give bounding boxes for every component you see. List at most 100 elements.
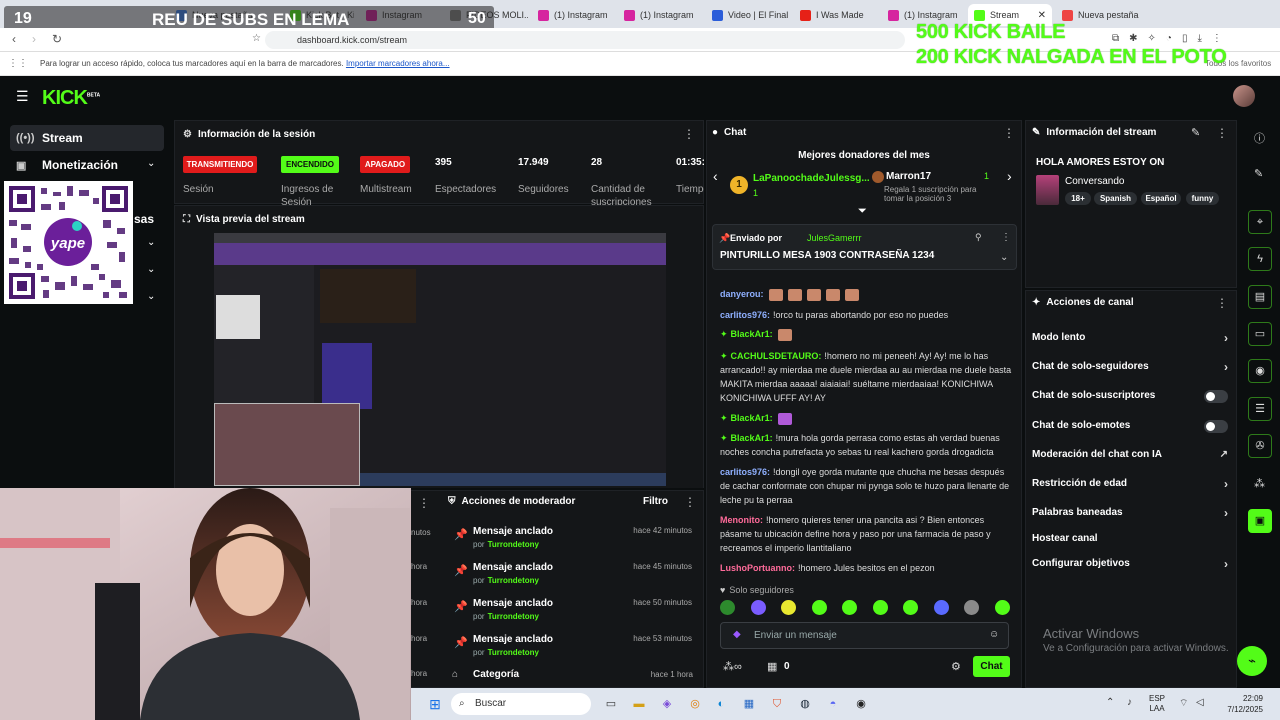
kebab-menu-icon[interactable]: ⋮ [418, 496, 430, 510]
mod-action-item[interactable]: 📌 Mensaje anclado por Turrondetony hace 42 m… [450, 522, 700, 558]
chevron-right-icon[interactable]: › [1007, 168, 1012, 184]
emote-button[interactable] [903, 600, 919, 615]
channel-action-6[interactable]: Palabras baneadas › [1032, 504, 1228, 522]
channel-action-3[interactable]: Chat de solo-emotes [1032, 417, 1228, 435]
pencil-icon[interactable]: ✎ [1254, 167, 1263, 180]
bookmark-star-icon[interactable]: ☆ [252, 33, 261, 44]
toggle-switch[interactable] [1204, 420, 1228, 433]
emoji-icon[interactable]: ☺ [989, 629, 999, 640]
chat-username[interactable]: BlackAr1: [731, 329, 773, 339]
mod-action-item[interactable]: 📌 Mensaje anclado por Turrondetony hace 53 m… [450, 630, 700, 666]
chevron-down-icon[interactable]: ⌄ [147, 264, 155, 275]
donor1-name[interactable]: LaPanoochadeJulessg... [753, 173, 870, 184]
filter-button[interactable]: Filtro [643, 496, 668, 507]
stream-tag[interactable]: Español [1141, 192, 1181, 205]
browser-tab[interactable]: Nueva pestaña [1056, 4, 1142, 26]
obs-icon[interactable]: ◉ [851, 694, 871, 714]
emote-button[interactable] [872, 600, 888, 615]
windows-start-icon[interactable]: ⊞ [425, 694, 445, 714]
avatar[interactable] [1233, 85, 1255, 107]
chat-username[interactable]: carlitos976: [720, 467, 770, 477]
sidebar-icon[interactable]: ▯ [1182, 33, 1188, 47]
chat-username[interactable]: CACHULSDETAURO: [731, 351, 822, 361]
mod-category-item[interactable]: ⌂ Categoría hace 1 hora [452, 669, 700, 685]
chat-username[interactable]: LushoPortuanno: [720, 563, 795, 573]
clock[interactable]: 22:09 7/12/2025 [1223, 693, 1263, 715]
chat-input-box[interactable]: ◆ Enviar un mensaje ☺ [720, 622, 1009, 649]
emote-button[interactable] [781, 600, 797, 615]
taskbar-search[interactable]: ⌕ Buscar [451, 693, 591, 715]
hamburger-icon[interactable]: ☰ [16, 88, 29, 105]
unpin-icon[interactable]: ⚲ [975, 232, 982, 243]
puzzle-icon[interactable]: ✱ [1129, 33, 1137, 47]
extension-icon[interactable]: ⧉ [1112, 33, 1119, 47]
rail-wrench-icon[interactable]: ✇ [1248, 434, 1272, 458]
store-icon[interactable]: ▦ [739, 694, 759, 714]
chat-username[interactable]: BlackAr1: [731, 413, 773, 423]
emote-button[interactable] [750, 600, 766, 615]
download-icon[interactable]: ⤓ [1197, 33, 1201, 47]
chevron-down-icon[interactable]: ⌄ [1000, 252, 1008, 263]
stream-category[interactable]: Conversando [1065, 176, 1124, 187]
chat-username[interactable]: danyerou: [720, 289, 764, 299]
chat-username[interactable]: carlitos976: [720, 310, 770, 320]
chevron-down-icon[interactable]: ⌄ [147, 291, 155, 302]
tray-chevron-icon[interactable]: ⌃ [1106, 697, 1114, 708]
forward-icon[interactable]: › [32, 32, 36, 46]
channel-action-8[interactable]: Configurar objetivos › [1032, 555, 1228, 573]
language-indicator[interactable]: ESP LAA [1149, 694, 1165, 714]
channel-action-7[interactable]: Hostear canal [1032, 530, 1228, 548]
volume-icon[interactable]: ◁ [1196, 697, 1204, 708]
emote-button[interactable] [842, 600, 858, 615]
mod-action-item[interactable]: 📌 Mensaje anclado por Turrondetony hace 50 m… [450, 594, 700, 630]
chat-username[interactable]: BlackAr1: [731, 433, 773, 443]
emote-button[interactable] [720, 600, 735, 615]
mod-action-item[interactable]: 📌 Mensaje anclado por Turrondetony hace 45 m… [450, 558, 700, 594]
filter-funnel-icon[interactable]: ⏷ [858, 205, 867, 218]
browser-tab[interactable]: Video | El Final [706, 4, 790, 26]
chevron-down-icon[interactable]: ⌄ [147, 237, 155, 248]
explorer-icon[interactable]: ▬ [629, 694, 649, 714]
steam-icon[interactable]: ◍ [795, 694, 815, 714]
sidebar-item-monetizacion[interactable]: ▣ Monetización [10, 152, 164, 178]
emote-button[interactable] [811, 600, 827, 615]
points-icon[interactable]: ⁂∞ [723, 660, 742, 673]
sidebar-item-stream[interactable]: ((•)) Stream [10, 125, 164, 151]
edge-icon[interactable]: ◐ [711, 694, 731, 714]
import-bookmarks-link[interactable]: Importar marcadores ahora... [346, 59, 450, 68]
channel-action-0[interactable]: Modo lento › [1032, 329, 1228, 347]
chrome-icon[interactable]: ◎ [685, 694, 705, 714]
copilot-icon[interactable]: ◈ [657, 694, 677, 714]
support-fab[interactable]: ⌁ [1237, 646, 1267, 676]
kebab-menu-icon[interactable]: ⋮ [684, 495, 696, 509]
rail-document-icon[interactable]: ▤ [1248, 285, 1272, 309]
kebab-menu-icon[interactable]: ⋮ [683, 127, 695, 141]
kebab-menu-icon[interactable]: ⋮ [1216, 296, 1228, 310]
wifi-icon[interactable]: ⌔ [1179, 697, 1188, 710]
send-chat-button[interactable]: Chat [973, 656, 1010, 677]
chevron-down-icon[interactable]: ⌄ [147, 158, 155, 169]
rail-broadcast-icon[interactable]: ◉ [1248, 359, 1272, 383]
taskview-icon[interactable]: ▭ [601, 694, 621, 714]
stream-tag[interactable]: Spanish [1094, 192, 1137, 205]
browser-tab[interactable]: (1) Instagram [618, 4, 702, 26]
channel-action-2[interactable]: Chat de solo-suscriptores [1032, 387, 1228, 405]
url-field[interactable]: dashboard.kick.com/stream [265, 31, 905, 49]
rail-chat-icon[interactable]: ▭ [1248, 322, 1272, 346]
brave-icon[interactable]: ⛉ [767, 694, 787, 714]
sparkle-icon[interactable]: ✧ [1148, 33, 1156, 47]
rail-lightning-icon[interactable]: ϟ [1248, 247, 1272, 271]
toggle-switch[interactable] [1204, 390, 1228, 403]
profile-icon[interactable]: ◔ [1166, 33, 1172, 47]
rail-target-icon[interactable]: ⌖ [1248, 210, 1272, 234]
emote-button[interactable] [964, 600, 980, 615]
rail-points-icon[interactable]: ⁂ [1254, 477, 1265, 490]
chat-username[interactable]: Menonito: [720, 515, 763, 525]
stream-tag[interactable]: 18+ [1065, 192, 1091, 205]
stream-tag[interactable]: funny [1186, 192, 1219, 205]
discord-icon[interactable]: ◓ [823, 694, 843, 714]
emote-button[interactable] [994, 600, 1010, 615]
kebab-menu-icon[interactable]: ⋮ [1216, 126, 1228, 140]
pinned-user[interactable]: JulesGamerrr [807, 233, 862, 243]
channel-action-1[interactable]: Chat de solo-seguidores › [1032, 358, 1228, 376]
